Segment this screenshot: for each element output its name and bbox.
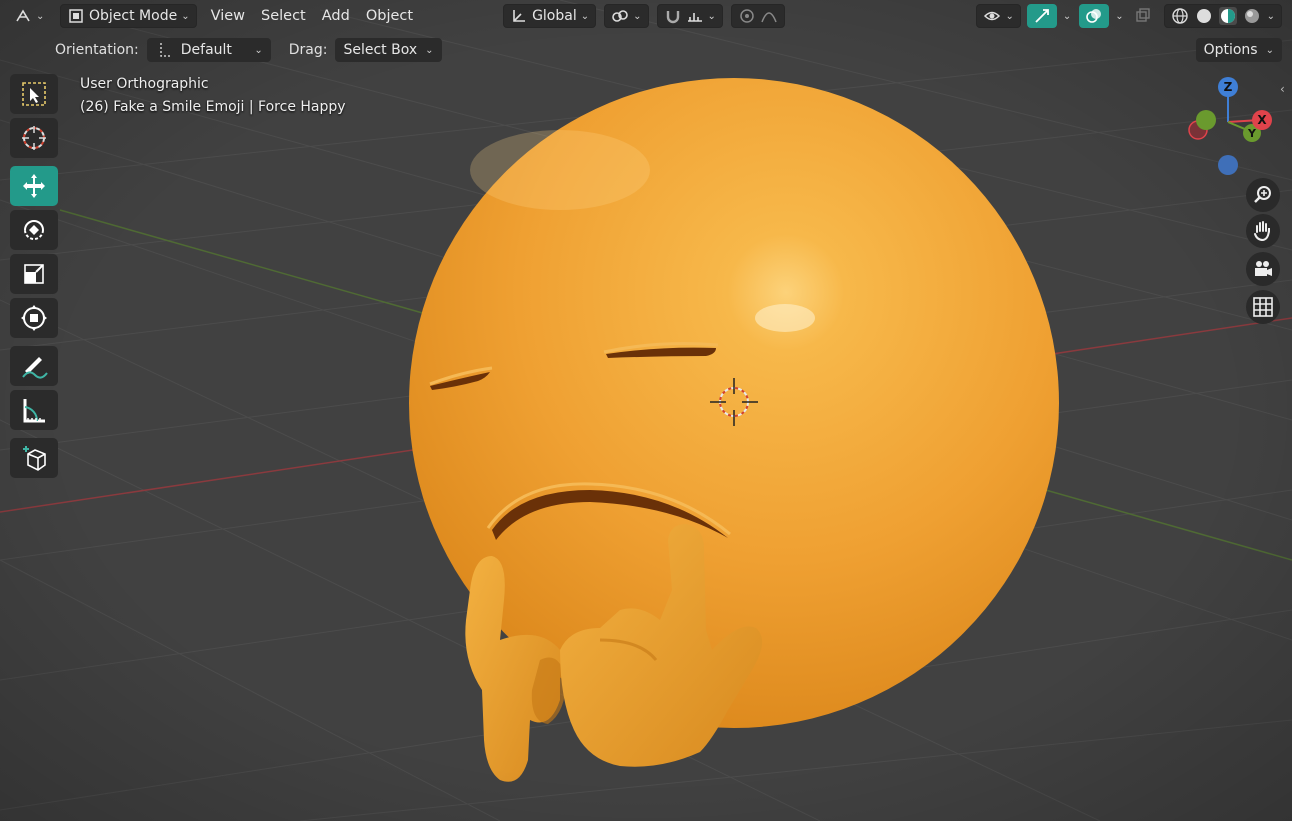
navigation-gizmo[interactable]: Z Y X <box>1180 74 1280 184</box>
falloff-icon <box>761 12 777 23</box>
xray-icon[interactable] <box>1134 7 1152 25</box>
gizmo-toggle[interactable] <box>1026 4 1057 28</box>
3d-viewport[interactable]: ⌄ Object Mode ⌄ View Select Add Object G… <box>0 0 1292 821</box>
gizmo-icon <box>1035 9 1049 23</box>
visibility-dropdown[interactable]: ⌄ <box>976 4 1021 28</box>
orientation-dropdown[interactable]: Default ⌄ <box>146 38 271 62</box>
snap-toggle[interactable]: ⌄ <box>656 4 723 28</box>
orientation-gizmo-icon <box>160 43 171 57</box>
gizmo-y-label: Y <box>1247 127 1257 140</box>
add-cube-icon <box>23 446 46 471</box>
camera-icon <box>1255 261 1272 276</box>
proportional-editing-toggle[interactable] <box>730 4 785 28</box>
drag-label: Drag: <box>288 42 328 58</box>
editor-type-icon <box>16 9 30 22</box>
chevron-down-icon: ⌄ <box>1265 44 1274 56</box>
rotate-icon <box>24 220 44 240</box>
object-mode-icon <box>69 9 83 23</box>
transform-orientation-dropdown[interactable]: Global ⌄ <box>503 4 597 28</box>
viewport-header: ⌄ Object Mode ⌄ View Select Add Object G… <box>0 0 1292 32</box>
tool-add-cube[interactable] <box>10 438 58 478</box>
chevron-down-icon: ⌄ <box>580 10 590 22</box>
cursor-icon <box>22 126 46 150</box>
overlays-icon <box>1086 9 1102 23</box>
pivot-point-dropdown[interactable]: ⌄ <box>604 4 649 28</box>
object-mode-dropdown[interactable]: Object Mode ⌄ <box>60 4 197 28</box>
chevron-down-icon: ⌄ <box>707 10 716 22</box>
chevron-down-icon[interactable]: ⌄ <box>1115 11 1123 22</box>
select-box-icon <box>22 82 46 106</box>
object-info: (26) Fake a Smile Emoji | Force Happy <box>80 99 346 115</box>
chevron-down-icon[interactable]: ⌄ <box>1063 11 1071 22</box>
transform-orientation-label: Global <box>532 8 577 24</box>
tool-move[interactable] <box>10 166 58 206</box>
camera-view-button[interactable] <box>1246 252 1280 286</box>
transform-icon <box>21 305 47 331</box>
tool-annotate[interactable] <box>10 346 58 386</box>
editor-type-button[interactable]: ⌄ <box>8 4 52 28</box>
drag-value: Select Box <box>343 42 418 58</box>
gizmo-z-label: Z <box>1224 80 1233 94</box>
gizmo-neg-z <box>1218 155 1238 175</box>
tool-transform[interactable] <box>10 298 58 338</box>
chevron-down-icon: ⌄ <box>633 10 642 22</box>
scene-canvas[interactable] <box>0 0 1292 821</box>
zoom-icon <box>1254 186 1271 203</box>
drag-dropdown[interactable]: Select Box ⌄ <box>335 38 442 62</box>
gizmo-neg-y <box>1196 110 1216 130</box>
view-name: User Orthographic <box>80 76 209 92</box>
chevron-down-icon: ⌄ <box>254 44 263 56</box>
orientation-label: Orientation: <box>55 42 139 58</box>
options-label: Options <box>1203 42 1258 58</box>
tool-rotate[interactable] <box>10 210 58 250</box>
tool-cursor[interactable] <box>10 118 58 158</box>
tool-measure[interactable] <box>10 390 58 430</box>
menu-add[interactable]: Add <box>314 4 358 28</box>
overlays-toggle[interactable] <box>1079 4 1110 28</box>
pan-button[interactable] <box>1246 214 1280 248</box>
menu-select[interactable]: Select <box>253 4 314 28</box>
material-shading-icon[interactable] <box>1218 7 1237 25</box>
object-mode-label: Object Mode <box>89 8 178 24</box>
tool-select-box[interactable] <box>10 74 58 114</box>
gizmo-x-label: X <box>1257 113 1267 127</box>
chevron-down-icon: ⌄ <box>425 44 434 56</box>
measure-icon <box>23 399 45 423</box>
chevron-down-icon: ⌄ <box>181 10 190 22</box>
orientation-value: Default <box>180 42 232 58</box>
magnet-icon <box>666 11 679 24</box>
snap-increment-icon <box>687 13 702 22</box>
menu-view[interactable]: View <box>203 4 253 28</box>
chevron-down-icon: ⌄ <box>36 10 45 22</box>
scale-icon <box>24 264 44 284</box>
grid-icon <box>1253 297 1273 317</box>
rendered-shading-icon[interactable] <box>1243 7 1261 25</box>
zoom-button[interactable] <box>1246 178 1280 212</box>
solid-shading-icon[interactable] <box>1195 7 1213 25</box>
wireframe-shading-icon[interactable] <box>1171 7 1189 25</box>
options-dropdown[interactable]: Options ⌄ <box>1195 38 1282 62</box>
annotate-icon <box>22 357 48 379</box>
tool-settings-header: Orientation: Default ⌄ Drag: Select Box … <box>0 36 1292 64</box>
link-icon <box>612 10 628 22</box>
orientation-icon <box>513 10 526 22</box>
sidebar-toggle-icon[interactable]: ‹ <box>1280 82 1292 102</box>
tool-scale[interactable] <box>10 254 58 294</box>
hand-icon <box>1254 221 1270 242</box>
move-icon <box>23 174 45 198</box>
chevron-down-icon: ⌄ <box>1005 10 1014 22</box>
chevron-down-icon[interactable]: ⌄ <box>1267 11 1275 22</box>
eye-icon <box>984 11 1001 21</box>
proportional-icon <box>740 9 754 23</box>
perspective-toggle-button[interactable] <box>1246 290 1280 324</box>
shading-modes: ⌄ <box>1163 4 1282 28</box>
menu-object[interactable]: Object <box>358 4 421 28</box>
